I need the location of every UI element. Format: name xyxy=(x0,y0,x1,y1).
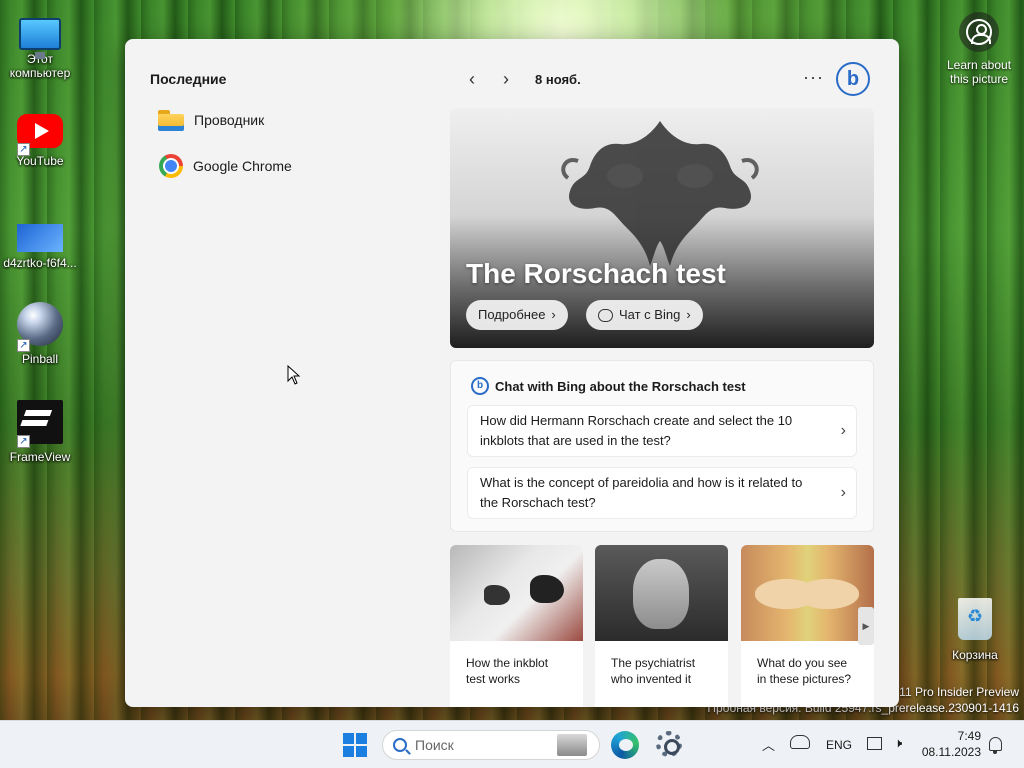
taskbar: Поиск ︿ ENG 🕨 7:49 08.11.2023 xyxy=(0,720,1024,768)
scroll-right-button[interactable]: ▶ xyxy=(858,607,874,645)
hero-title: The Rorschach test xyxy=(466,258,726,289)
chat-suggestion-text: How did Hermann Rorschach create and sel… xyxy=(480,413,793,448)
computer-icon xyxy=(19,18,61,59)
desktop-icon-this-pc[interactable]: Этот компьютер xyxy=(1,12,79,80)
search-placeholder: Поиск xyxy=(415,737,454,753)
desktop-icon-label: Корзина xyxy=(952,648,998,662)
thumbnail-caption: What do you see in these pictures? xyxy=(757,656,852,686)
desktop-icon-label: Pinball xyxy=(21,352,59,366)
chevron-right-icon: › xyxy=(840,422,846,439)
desktop-icon-pinball[interactable]: ↗ Pinball xyxy=(1,302,79,366)
edge-icon[interactable] xyxy=(611,731,639,759)
shortcut-arrow-icon: ↗ xyxy=(17,435,30,448)
clock-date: 08.11.2023 xyxy=(921,745,981,759)
shortcut-arrow-icon: ↗ xyxy=(17,143,30,156)
more-options-button[interactable]: ··· xyxy=(803,67,824,88)
start-panel: Последние Проводник Google Chrome ‹ › 8 … xyxy=(125,39,899,707)
previous-day-button[interactable]: ‹ xyxy=(455,67,489,91)
recycle-bin-icon xyxy=(958,598,992,640)
desktop-icon-label: YouTube xyxy=(16,154,64,168)
recent-item-chrome[interactable]: Google Chrome xyxy=(158,154,292,178)
chat-suggestion-text: What is the concept of pareidolia and ho… xyxy=(480,475,803,510)
learn-more-label: Подробнее xyxy=(478,307,546,322)
current-date: 8 нояб. xyxy=(535,71,581,87)
bing-icon: b xyxy=(471,377,489,395)
windows-wallpaper-icon xyxy=(17,224,63,252)
thumbnail-caption: The psychiatrist who invented it xyxy=(611,656,696,686)
chat-card-title: Chat with Bing about the Rorschach test xyxy=(495,378,746,394)
network-disconnected-icon[interactable] xyxy=(790,735,810,749)
taskbar-search[interactable]: Поиск xyxy=(382,730,600,760)
learn-more-button[interactable]: Подробнее › xyxy=(466,300,568,330)
recent-item-explorer[interactable]: Проводник xyxy=(158,109,264,131)
thumbnail-caption: How the inkblot test works xyxy=(466,656,549,686)
thumbnail-card-inkblot[interactable]: How the inkblot test works xyxy=(450,545,583,707)
recent-item-label: Проводник xyxy=(194,112,265,128)
learn-about-label: Learn about this picture xyxy=(946,58,1012,86)
thumbnail-image xyxy=(595,545,728,641)
desktop-icon-label: FrameView xyxy=(9,450,71,464)
next-day-button[interactable]: › xyxy=(489,67,523,91)
chat-with-bing-button[interactable]: Чат с Bing › xyxy=(586,300,703,330)
windows-logo-icon xyxy=(343,733,354,744)
thumbnail-card-psychiatrist[interactable]: The psychiatrist who invented it xyxy=(595,545,728,707)
clock-time: 7:49 xyxy=(957,729,981,743)
volume-muted-icon[interactable]: 🕨 xyxy=(894,735,902,751)
recent-heading: Последние xyxy=(150,71,227,87)
chevron-right-icon: › xyxy=(551,307,556,322)
frameview-icon: ↗ xyxy=(17,400,63,448)
learn-about-picture[interactable]: Learn about this picture xyxy=(940,12,1018,86)
desktop-icon-label: d4zrtko-f6f4... xyxy=(3,256,77,270)
desktop-icon-recycle-bin[interactable]: Корзина xyxy=(936,598,1014,662)
folder-icon xyxy=(158,109,184,131)
desktop-icon-frameview[interactable]: ↗ FrameView xyxy=(1,400,79,464)
search-icon xyxy=(393,738,407,752)
mouse-cursor-icon xyxy=(287,365,301,385)
display-icon[interactable] xyxy=(867,737,882,750)
start-button[interactable] xyxy=(343,733,367,757)
system-clock[interactable]: 7:49 08.11.2023 xyxy=(922,728,981,760)
chat-bubble-icon xyxy=(598,308,613,322)
chat-suggestion-2[interactable]: What is the concept of pareidolia and ho… xyxy=(467,467,857,519)
thumbnail-image xyxy=(450,545,583,641)
recent-item-label: Google Chrome xyxy=(193,158,292,174)
thumbnail-card-pictures[interactable]: What do you see in these pictures? xyxy=(741,545,874,707)
show-hidden-icons-chevron-icon[interactable]: ︿ xyxy=(762,735,775,754)
bing-chat-card: b Chat with Bing about the Rorschach tes… xyxy=(450,360,874,532)
chat-with-bing-label: Чат с Bing xyxy=(619,307,681,322)
desktop-icon-image-file[interactable]: d4zrtko-f6f4... xyxy=(1,214,79,270)
hero-card[interactable]: The Rorschach test Подробнее › Чат с Bin… xyxy=(450,108,874,348)
settings-gear-icon[interactable] xyxy=(656,731,682,757)
chevron-right-icon: › xyxy=(840,484,846,501)
notifications-bell-icon[interactable] xyxy=(989,737,1002,754)
youtube-icon: ↗ xyxy=(17,114,63,156)
desktop-icon-youtube[interactable]: ↗ YouTube xyxy=(1,110,79,168)
chevron-right-icon: › xyxy=(686,307,691,322)
chat-suggestion-1[interactable]: How did Hermann Rorschach create and sel… xyxy=(467,405,857,457)
camera-info-icon xyxy=(959,12,999,52)
pinball-icon: ↗ xyxy=(17,302,63,352)
bing-logo-icon[interactable]: b xyxy=(836,62,870,96)
chat-card-heading: b Chat with Bing about the Rorschach tes… xyxy=(471,377,746,395)
date-navigation: ‹ › 8 нояб. xyxy=(455,67,581,91)
watermark-edition: 11 Pro Insider Preview xyxy=(899,685,1019,699)
inkblot-image xyxy=(561,121,759,266)
search-highlight-icon xyxy=(557,734,587,756)
language-indicator[interactable]: ENG xyxy=(826,738,852,752)
shortcut-arrow-icon: ↗ xyxy=(17,339,30,352)
chrome-icon xyxy=(159,154,183,178)
thumbnail-image xyxy=(741,545,874,641)
